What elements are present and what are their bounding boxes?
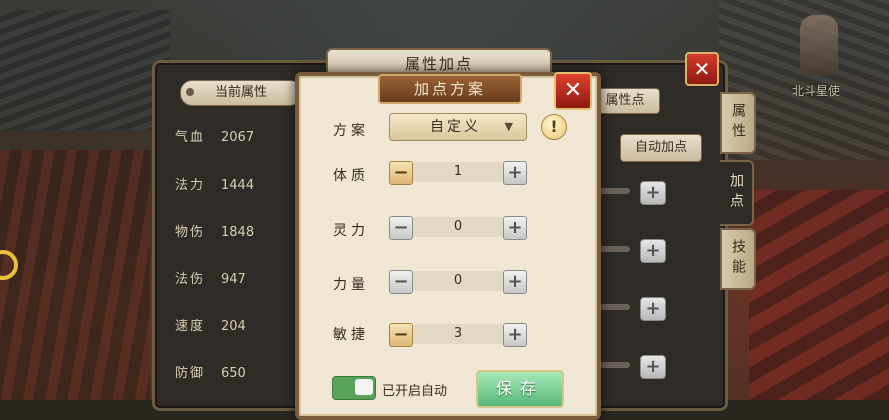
npc-name-label: 北斗星使 (792, 84, 841, 98)
auto-enabled-label: 已开启自动 (382, 384, 448, 399)
agility-stepper: − 3 + (389, 323, 527, 347)
side-tab-skills[interactable]: 技能 (720, 228, 756, 290)
plus-icon[interactable]: + (640, 297, 666, 321)
dialog-title: 加点方案 (378, 74, 522, 104)
stat-row-defense: 防御 650 (175, 362, 246, 381)
stat-label: 物伤 (175, 225, 206, 240)
attribute-panel-close-button[interactable]: ✕ (685, 52, 719, 86)
attr-label-constitution: 体质 (333, 168, 369, 184)
stat-row-physical-damage: 物伤 1848 (175, 221, 254, 240)
stat-row-speed: 速度 204 (175, 315, 246, 334)
scheme-selected-value: 自定义 (430, 119, 481, 135)
plus-icon[interactable]: + (640, 239, 666, 263)
stat-label: 防御 (175, 366, 206, 381)
stepper-value: 1 (413, 162, 503, 182)
plus-button[interactable]: + (503, 161, 527, 185)
side-tab-add-points[interactable]: 加点 (720, 160, 754, 226)
minus-button[interactable]: − (389, 161, 413, 185)
plus-button[interactable]: + (503, 216, 527, 240)
stepper-value: 3 (413, 324, 503, 344)
plus-button[interactable]: + (503, 323, 527, 347)
banner-decoration-right (749, 190, 889, 400)
scene-decoration-left (0, 150, 150, 400)
npc-figure[interactable] (800, 15, 838, 75)
auto-add-points-button[interactable]: 自动加点 (620, 134, 702, 162)
attr-label-strength: 力量 (333, 277, 369, 293)
dialog-close-button[interactable]: ✕ (554, 72, 592, 110)
dropdown-arrow-icon: ▼ (504, 120, 516, 133)
toggle-knob (355, 379, 373, 395)
roof-decoration-left (0, 10, 170, 130)
attr-label-spirit: 灵力 (333, 223, 369, 239)
save-button[interactable]: 保存 (476, 370, 564, 408)
stat-value: 2067 (221, 130, 255, 145)
plus-icon[interactable]: + (640, 181, 666, 205)
side-tab-attributes[interactable]: 属性 (720, 92, 756, 154)
stepper-value: 0 (413, 217, 503, 237)
minus-button[interactable]: − (389, 323, 413, 347)
scheme-dropdown[interactable]: 自定义 ▼ (389, 113, 527, 141)
constitution-stepper: − 1 + (389, 161, 527, 185)
attr-label-agility: 敏捷 (333, 327, 369, 343)
stat-value: 1848 (221, 225, 255, 240)
minus-button[interactable]: − (389, 216, 413, 240)
stat-value: 650 (221, 366, 246, 381)
current-attributes-tab[interactable]: 当前属性 (180, 80, 302, 106)
minus-button[interactable]: − (389, 270, 413, 294)
stat-label: 法伤 (175, 272, 206, 287)
plus-button[interactable]: + (503, 270, 527, 294)
stepper-value: 0 (413, 271, 503, 291)
stat-row-magic-damage: 法伤 947 (175, 268, 246, 287)
stat-row-hp: 气血 2067 (175, 126, 254, 145)
stat-value: 1444 (221, 178, 255, 193)
stat-value: 204 (221, 319, 246, 334)
auto-toggle[interactable] (332, 376, 376, 400)
stat-value: 947 (221, 272, 246, 287)
stat-label: 法力 (175, 178, 206, 193)
stat-label: 气血 (175, 130, 206, 145)
scheme-label: 方案 (333, 123, 369, 139)
stat-row-mp: 法力 1444 (175, 174, 254, 193)
spirit-stepper: − 0 + (389, 216, 527, 240)
info-icon[interactable]: ! (541, 114, 567, 140)
strength-stepper: − 0 + (389, 270, 527, 294)
stat-label: 速度 (175, 319, 206, 334)
plus-icon[interactable]: + (640, 355, 666, 379)
tab-bullet-icon (186, 88, 194, 96)
